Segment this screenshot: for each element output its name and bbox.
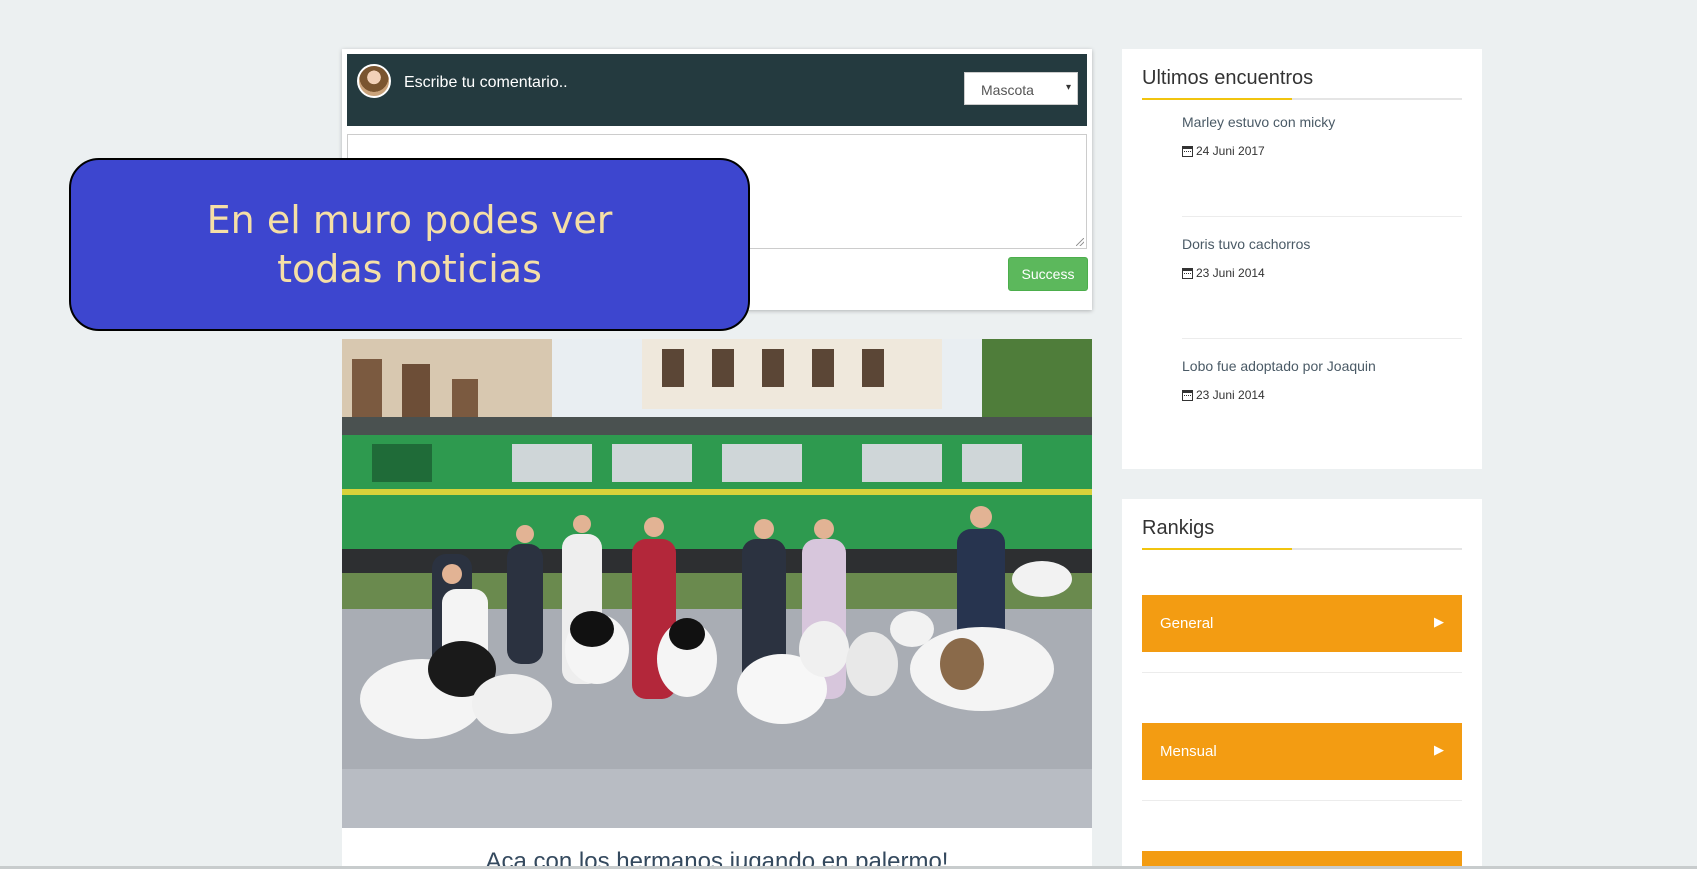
play-arrow-icon: ▶: [1434, 614, 1444, 629]
ranking-mensual-button[interactable]: Mensual ▶: [1142, 723, 1462, 780]
encuentro-date-text: 23 Juni 2014: [1196, 388, 1265, 402]
encuentro-date: 23 Juni 2014: [1182, 266, 1462, 280]
list-divider: [1142, 672, 1462, 673]
calendar-icon: [1182, 145, 1193, 157]
composer-header: Escribe tu comentario.. Mascota ▾: [347, 54, 1087, 126]
pet-select-value: Mascota: [981, 82, 1034, 98]
success-button[interactable]: Success: [1008, 257, 1088, 291]
encuentros-widget: Ultimos encuentros Marley estuvo con mic…: [1122, 49, 1482, 469]
caret-down-icon: ▾: [1065, 82, 1071, 93]
user-avatar[interactable]: [357, 64, 391, 98]
encuentro-date: 23 Juni 2014: [1182, 388, 1462, 402]
resize-grip-icon[interactable]: [1076, 238, 1084, 246]
tour-tooltip: En el muro podes ver todas noticias: [69, 158, 750, 331]
encuentro-item[interactable]: Lobo fue adoptado por Joaquin 23 Juni 20…: [1182, 358, 1462, 402]
encuentros-title: Ultimos encuentros: [1142, 67, 1314, 89]
encuentros-title-underline: [1142, 98, 1462, 100]
post-photo-illustration: [342, 339, 1092, 828]
list-divider: [1182, 216, 1462, 217]
encuentro-date: 24 Juni 2017: [1182, 144, 1462, 158]
list-divider: [1142, 800, 1462, 801]
rankings-title: Rankigs: [1142, 517, 1215, 539]
ranking-general-button[interactable]: General ▶: [1142, 595, 1462, 652]
pet-select[interactable]: Mascota ▾: [964, 72, 1078, 105]
list-divider: [1182, 338, 1462, 339]
wall-post: Aca con los hermanos jugando en palermo!: [342, 339, 1092, 869]
post-photo: [342, 339, 1092, 828]
tour-tooltip-text: En el muro podes ver todas noticias: [206, 197, 613, 291]
play-arrow-icon: ▶: [1434, 742, 1444, 757]
rankings-title-underline: [1142, 548, 1462, 550]
calendar-icon: [1182, 389, 1193, 401]
encuentro-title[interactable]: Doris tuvo cachorros: [1182, 236, 1462, 252]
calendar-icon: [1182, 267, 1193, 279]
encuentro-item[interactable]: Marley estuvo con micky 24 Juni 2017: [1182, 114, 1462, 158]
encuentro-item[interactable]: Doris tuvo cachorros 23 Juni 2014: [1182, 236, 1462, 280]
encuentro-title[interactable]: Lobo fue adoptado por Joaquin: [1182, 358, 1462, 374]
encuentro-date-text: 23 Juni 2014: [1196, 266, 1265, 280]
rankings-widget: Rankigs General ▶ Mensual ▶: [1122, 499, 1482, 869]
ranking-button-label: Mensual: [1160, 743, 1217, 760]
composer-title: Escribe tu comentario..: [404, 74, 568, 91]
encuentro-date-text: 24 Juni 2017: [1196, 144, 1265, 158]
encuentro-title[interactable]: Marley estuvo con micky: [1182, 114, 1462, 130]
ranking-button-label: General: [1160, 615, 1214, 632]
